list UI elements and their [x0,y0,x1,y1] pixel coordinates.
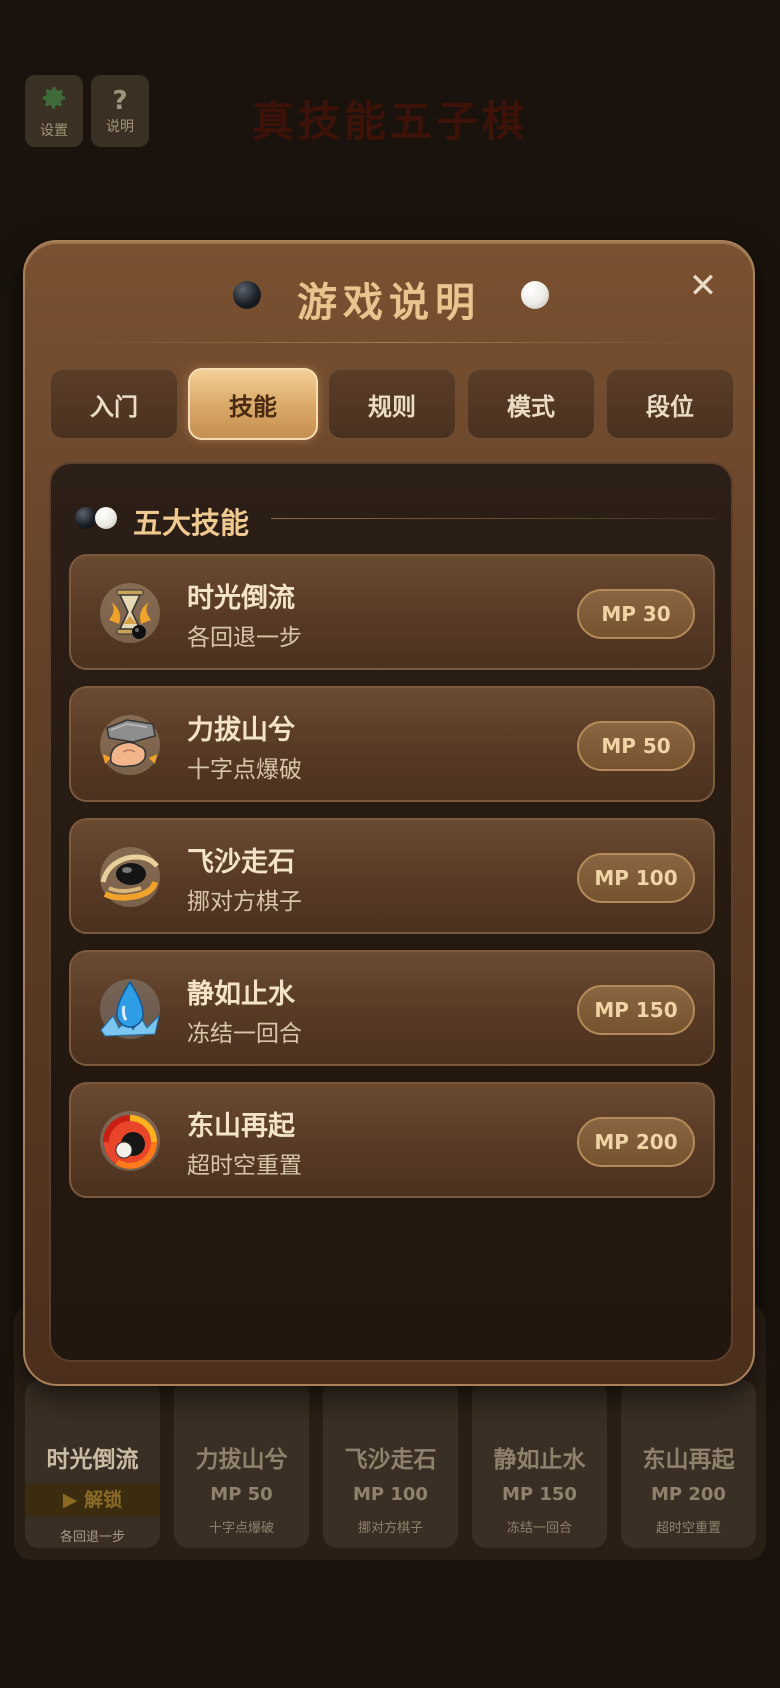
black-stone-icon [75,507,97,529]
skill-card-desc: 十字点爆破 [208,1521,274,1536]
hourglass-icon [97,580,163,646]
skill-card-mp: MP 150 [502,1484,577,1505]
skill-item[interactable]: 东山再起 超时空重置 MP 200 [69,1082,715,1198]
skill-card: 飞沙走石 MP 100 挪对方棋子 [323,1380,458,1548]
white-stone-icon [521,281,549,309]
tab-intro[interactable]: 入门 [49,368,179,440]
mp-cost-badge: MP 200 [577,1117,695,1167]
mp-cost-badge: MP 50 [577,721,695,771]
tab-rules[interactable]: 规则 [327,368,457,440]
tab-bar: 入门 技能 规则 模式 段位 [49,368,735,442]
skill-card: 力拔山兮 MP 50 十字点爆破 [174,1380,309,1548]
dialog-header: 游戏说明 ✕ [25,242,753,342]
skill-card-mp: MP 200 [651,1484,726,1505]
skill-desc: 挪对方棋子 [187,889,302,915]
skill-card-desc: 挪对方棋子 [357,1521,423,1536]
muscle-rock-icon [97,712,163,778]
skill-item[interactable]: 时光倒流 各回退一步 MP 30 [69,554,715,670]
skill-card-name: 时光倒流 [46,1447,139,1473]
header-divider [75,342,703,343]
skill-item[interactable]: 静如止水 冻结一回合 MP 150 [69,950,715,1066]
mp-cost-badge: MP 30 [577,589,695,639]
whirlwind-stone-icon [97,844,163,910]
skill-name: 飞沙走石 [187,847,295,878]
section-header: 五大技能 [75,498,715,540]
white-stone-icon [95,507,117,529]
skill-card-desc: 超时空重置 [655,1521,721,1536]
skill-card-desc: 冻结一回合 [506,1521,572,1536]
skill-name: 静如止水 [187,979,295,1010]
skill-item[interactable]: 飞沙走石 挪对方棋子 MP 100 [69,818,715,934]
skill-desc: 各回退一步 [187,625,302,651]
tab-skills[interactable]: 技能 [188,368,318,440]
skill-item[interactable]: 力拔山兮 十字点爆破 MP 50 [69,686,715,802]
unlock-button: ▶ 解锁 [25,1484,160,1516]
skill-name: 东山再起 [187,1111,295,1142]
dialog-title: 游戏说明 [297,279,481,326]
fire-vortex-icon [97,1108,163,1174]
skill-desc: 冻结一回合 [187,1021,302,1047]
mp-cost-badge: MP 150 [577,985,695,1035]
skill-card-mp: MP 50 [210,1484,273,1505]
skill-card: 静如止水 MP 150 冻结一回合 [472,1380,607,1548]
tab-ranks[interactable]: 段位 [605,368,735,440]
skill-name: 时光倒流 [187,583,295,614]
skill-card: 时光倒流 ▶ 解锁 各回退一步 [25,1380,160,1548]
help-dialog: 游戏说明 ✕ 入门 技能 规则 模式 段位 五大技能 时光倒流 各回退一步 MP… [23,240,755,1386]
skill-card: 东山再起 MP 200 超时空重置 [621,1380,756,1548]
skill-card-name: 力拔山兮 [195,1447,288,1473]
tab-modes[interactable]: 模式 [466,368,596,440]
skill-card-mp: MP 100 [353,1484,428,1505]
skill-card-desc: 各回退一步 [59,1530,125,1545]
section-divider [271,518,715,519]
skill-card-name: 东山再起 [642,1447,735,1473]
skill-card-name: 飞沙走石 [344,1447,437,1473]
mp-cost-badge: MP 100 [577,853,695,903]
water-drop-icon [97,976,163,1042]
close-button[interactable]: ✕ [683,266,723,306]
skill-name: 力拔山兮 [187,715,295,746]
game-title: 真技能五子棋 [251,97,528,146]
skill-desc: 十字点爆破 [187,757,302,783]
skills-panel: 五大技能 时光倒流 各回退一步 MP 30 力拔山兮 十字点爆破 MP 50 飞… [49,462,733,1362]
section-title: 五大技能 [133,506,250,540]
skill-desc: 超时空重置 [187,1153,302,1179]
skill-card-name: 静如止水 [493,1447,586,1473]
